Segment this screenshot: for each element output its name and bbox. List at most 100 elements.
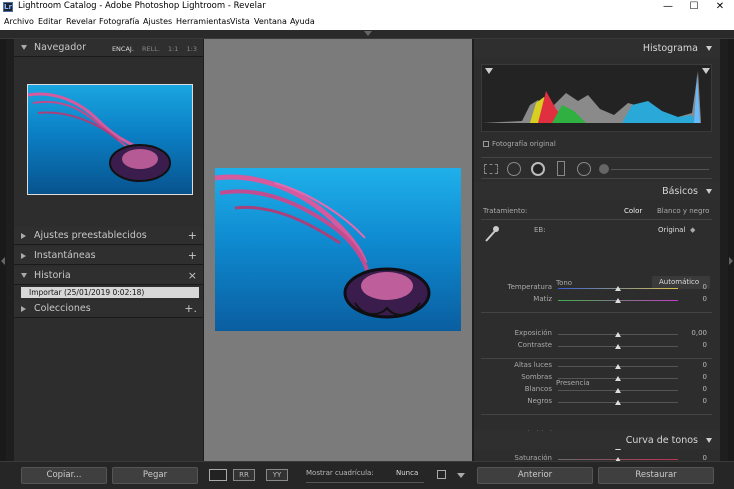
slider-knob[interactable] xyxy=(615,364,621,369)
basic-label: Básicos xyxy=(662,186,698,197)
brush-slider[interactable] xyxy=(611,169,709,170)
slider-value[interactable]: 0 xyxy=(683,361,707,369)
previous-button[interactable]: Anterior xyxy=(477,467,593,484)
tone-label: Tono xyxy=(556,279,573,287)
grid-label: Mostrar cuadrícula: xyxy=(306,469,374,477)
history-item[interactable]: Importar (25/01/2019 0:02:18) xyxy=(21,287,199,298)
eyedropper-icon[interactable] xyxy=(484,225,500,243)
menu-ventana[interactable]: Ventana xyxy=(254,17,287,26)
slider-knob[interactable] xyxy=(615,332,621,337)
slider-value[interactable]: 0 xyxy=(683,397,707,405)
menu-herramientas[interactable]: Herramientas xyxy=(176,17,231,26)
collapsed-triangle-icon xyxy=(21,253,26,259)
reset-button[interactable]: Restaurar xyxy=(598,467,714,484)
window-title: Lightroom Catalog - Adobe Photoshop Ligh… xyxy=(18,1,266,11)
left-edge-strip[interactable] xyxy=(0,39,6,489)
lightroom-app-icon: Lr xyxy=(3,2,13,12)
slider-value[interactable]: 0,00 xyxy=(683,329,707,337)
red-eye-icon[interactable] xyxy=(531,162,545,176)
toolbar-dropdown-icon[interactable] xyxy=(457,473,465,478)
menu-editar[interactable]: Editar xyxy=(38,17,62,26)
close-button[interactable]: ✕ xyxy=(706,0,734,14)
paste-button[interactable]: Pegar xyxy=(112,467,198,484)
main-photo[interactable] xyxy=(215,168,461,331)
menu-ayuda[interactable]: Ayuda xyxy=(290,17,315,26)
add-snapshot-icon[interactable]: + xyxy=(188,249,197,262)
brush-icon[interactable] xyxy=(599,164,609,174)
navigator-header[interactable]: Navegador ENCAJ. RELL. 1:1 1:3 xyxy=(14,39,203,57)
collapse-arrow-icon[interactable] xyxy=(364,31,372,36)
slider-knob[interactable] xyxy=(615,298,621,303)
history-header[interactable]: Historia × xyxy=(14,267,203,285)
before-after-icon[interactable]: RR xyxy=(233,469,255,481)
zoom-fit[interactable]: ENCAJ. xyxy=(112,45,134,53)
collections-header[interactable]: Colecciones +. xyxy=(14,300,203,318)
crop-tool-icon[interactable] xyxy=(484,164,498,174)
treatment-label: Tratamiento: xyxy=(483,207,528,215)
slider-label: Negros xyxy=(527,397,552,405)
menu-bar: Archivo Editar Revelar Fotografía Ajuste… xyxy=(0,14,734,30)
slider-value[interactable]: 0 xyxy=(683,341,707,349)
collapsed-triangle-icon xyxy=(21,233,26,239)
clear-history-icon[interactable]: × xyxy=(188,269,197,282)
grid-opacity-slider[interactable] xyxy=(306,482,424,483)
toolbar-checkbox[interactable] xyxy=(437,470,446,479)
tone-curve-header[interactable]: Curva de tonos xyxy=(474,431,720,449)
navigator-preview[interactable] xyxy=(27,84,193,195)
menu-fotografia[interactable]: Fotografía xyxy=(99,17,139,26)
treatment-bw[interactable]: Blanco y negro xyxy=(657,207,709,215)
slider-knob[interactable] xyxy=(615,344,621,349)
spot-removal-icon[interactable] xyxy=(507,162,521,176)
menu-ajustes[interactable]: Ajustes xyxy=(143,17,172,26)
jellyfish-photo xyxy=(215,174,431,319)
collapse-triangle-icon[interactable] xyxy=(706,189,712,194)
slider-knob[interactable] xyxy=(615,376,621,381)
wb-value[interactable]: Original xyxy=(658,226,685,234)
zoom-1-3[interactable]: 1:3 xyxy=(187,45,197,53)
wb-label: EB: xyxy=(534,226,546,234)
histogram[interactable] xyxy=(481,64,712,132)
slider-value[interactable]: 0 xyxy=(683,385,707,393)
slider-value[interactable]: 0 xyxy=(683,373,707,381)
minimize-button[interactable]: — xyxy=(654,0,682,14)
zoom-fill[interactable]: RELL. xyxy=(142,45,160,53)
histogram-header[interactable]: Histograma xyxy=(474,39,720,57)
slider-knob[interactable] xyxy=(615,388,621,393)
basic-header[interactable]: Básicos xyxy=(474,182,720,200)
slider-value[interactable]: 0 xyxy=(683,283,707,291)
maximize-button[interactable]: ☐ xyxy=(680,0,708,14)
snapshots-header[interactable]: Instantáneas + xyxy=(14,247,203,265)
slider-label: Contraste xyxy=(517,341,552,349)
treatment-color[interactable]: Color xyxy=(624,207,642,215)
copy-button[interactable]: Copiar... xyxy=(21,467,107,484)
wb-dropdown-icon[interactable]: ◆ xyxy=(690,226,695,234)
slider-value[interactable]: 0 xyxy=(683,295,707,303)
collapse-triangle-icon[interactable] xyxy=(706,438,712,443)
left-panel: Navegador ENCAJ. RELL. 1:1 1:3 Ajustes p… xyxy=(14,39,203,461)
slider-knob[interactable] xyxy=(615,400,621,405)
before-after-split-icon[interactable]: YY xyxy=(266,469,288,481)
zoom-1-1[interactable]: 1:1 xyxy=(168,45,178,53)
grid-value[interactable]: Nunca xyxy=(396,469,418,477)
menu-archivo[interactable]: Archivo xyxy=(4,17,34,26)
right-edge-strip[interactable] xyxy=(728,39,734,489)
original-checkbox[interactable] xyxy=(483,141,489,147)
presets-header[interactable]: Ajustes preestablecidos + xyxy=(14,227,203,245)
radial-filter-icon[interactable] xyxy=(577,162,591,176)
collapse-triangle-icon[interactable] xyxy=(706,46,712,51)
slider-label: Exposición xyxy=(514,329,552,337)
top-panel-toggle-strip[interactable] xyxy=(0,30,734,39)
add-collection-icon[interactable]: +. xyxy=(184,302,197,315)
graduated-filter-icon[interactable] xyxy=(557,161,565,176)
collapsed-triangle-icon xyxy=(21,306,26,312)
image-canvas[interactable] xyxy=(204,39,472,461)
menu-revelar[interactable]: Revelar xyxy=(66,17,96,26)
expand-triangle-icon xyxy=(21,273,27,278)
left-arrow-icon[interactable] xyxy=(1,257,5,265)
loupe-view-icon[interactable] xyxy=(209,469,227,481)
add-preset-icon[interactable]: + xyxy=(188,229,197,242)
slider-knob[interactable] xyxy=(615,286,621,291)
slider-label: Temperatura xyxy=(507,283,552,291)
menu-vista[interactable]: Vista xyxy=(230,17,250,26)
right-arrow-icon[interactable] xyxy=(729,257,733,265)
